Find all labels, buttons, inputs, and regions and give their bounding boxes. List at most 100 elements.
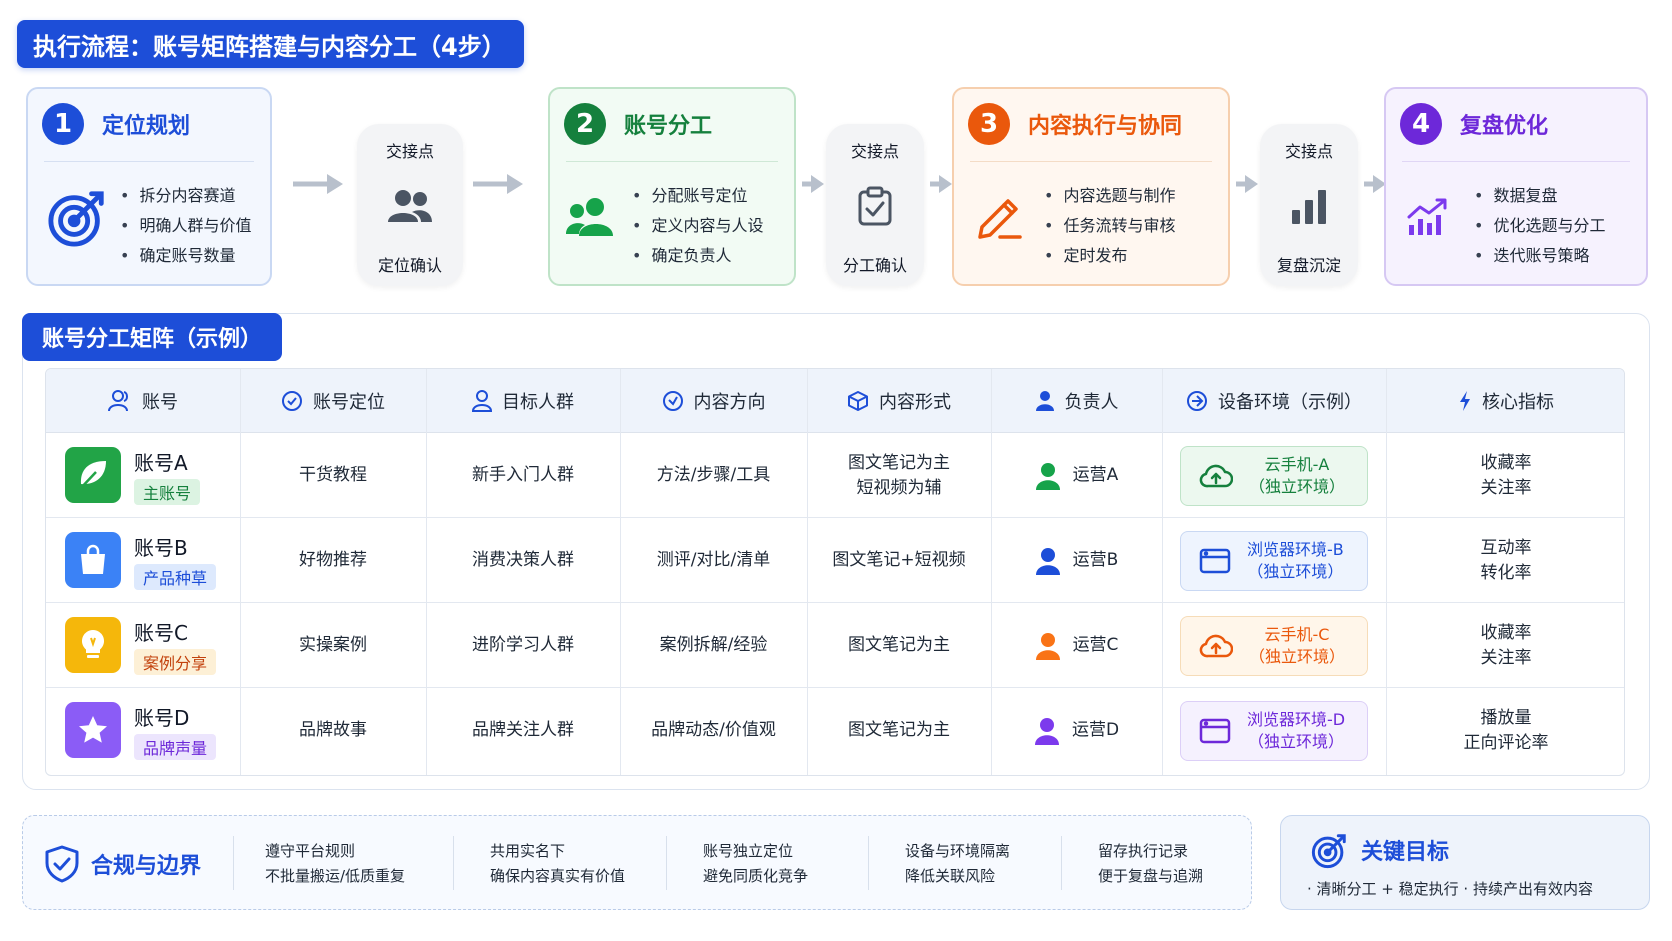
table-row: 账号B 产品种草 好物推荐 消费决策人群 测评/对比/清单 图文笔记+短视频 运… [46, 518, 1624, 603]
header-positioning: 账号定位 [240, 369, 426, 433]
table-row: 账号D 品牌声量 品牌故事 品牌关注人群 品牌动态/价值观 图文笔记为主 运营D… [46, 688, 1624, 773]
step-title: 复盘优化 [1460, 114, 1549, 139]
step-item: 优化选题与分工 [1474, 211, 1605, 241]
browser-window-icon [1199, 548, 1231, 573]
handoff-label: 交接点 [850, 142, 899, 161]
lightbulb-icon [65, 617, 121, 673]
env-badge: 云手机-A （独立环境） [1180, 445, 1368, 506]
step-item: 定义内容与人设 [632, 211, 763, 241]
owner-icon [1035, 547, 1060, 575]
matrix-title: 账号分工矩阵（示例） [22, 313, 283, 361]
account-cell: 账号D 品牌声量 [46, 688, 240, 773]
header-owner: 负责人 [991, 369, 1162, 433]
audience-cell: 消费决策人群 [472, 550, 574, 570]
account-tag: 案例分享 [134, 649, 217, 675]
handoff-1: 交接点 定位确认 [357, 124, 463, 286]
account-matrix-table: 账号 账号定位 目标人群 内容方向 内容形式 负责人 设备环境（示例） 核心指标… [45, 368, 1625, 776]
arrow-right-icon [1236, 175, 1258, 193]
goal-subtitle: · 清晰分工 + 稳定执行 · 持续产出有效内容 [1307, 880, 1593, 898]
device-cell: 云手机-A （独立环境） [1162, 433, 1386, 518]
device-cell: 浏览器环境-B （独立环境） [1162, 518, 1386, 603]
table-header: 账号 账号定位 目标人群 内容方向 内容形式 负责人 设备环境（示例） 核心指标 [46, 369, 1624, 433]
positioning-cell: 品牌故事 [299, 720, 367, 740]
users-icon [562, 181, 618, 253]
header-audience: 目标人群 [426, 369, 620, 433]
handoff-label: 交接点 [1284, 142, 1333, 161]
direction-cell: 案例拆解/经验 [659, 635, 768, 655]
step-4-card: 4 复盘优化 数据复盘 优化选题与分工 迭代账号策略 [1384, 87, 1648, 286]
metrics-cell: 互动率 转化率 [1480, 537, 1532, 583]
arrow-right-icon [802, 175, 824, 193]
step-item: 迭代账号策略 [1474, 241, 1605, 271]
step-1-card: 1 定位规划 拆分内容赛道 明确人群与价值 确定账号数量 [26, 87, 272, 286]
shield-check-icon [45, 845, 79, 882]
step-number: 3 [968, 103, 1010, 145]
format-cell: 图文笔记为主 [848, 635, 950, 655]
handoff-2: 交接点 分工确认 [826, 124, 924, 286]
device-link-icon [1187, 391, 1207, 411]
device-cell: 云手机-C （独立环境） [1162, 603, 1386, 688]
step-3-card: 3 内容执行与协同 内容选题与制作 任务流转与审核 定时发布 [952, 87, 1230, 286]
env-badge: 浏览器环境-B （独立环境） [1180, 530, 1368, 591]
metrics-cell: 播放量 正向评论率 [1463, 707, 1549, 753]
step-item: 数据复盘 [1474, 181, 1605, 211]
compass-icon [662, 391, 683, 411]
handoff-name: 分工确认 [842, 256, 907, 275]
pencil-icon [968, 181, 1032, 253]
header-metrics: 核心指标 [1386, 369, 1624, 433]
step-item: 任务流转与审核 [1044, 211, 1175, 241]
env-badge: 浏览器环境-D （独立环境） [1180, 700, 1368, 761]
target-icon [42, 181, 114, 253]
audience-cell: 品牌关注人群 [472, 720, 574, 740]
step-title: 账号分工 [624, 114, 713, 139]
env-badge: 云手机-C （独立环境） [1180, 615, 1368, 676]
target-icon [1311, 834, 1346, 869]
key-goal-panel: 关键目标 · 清晰分工 + 稳定执行 · 持续产出有效内容 [1280, 815, 1650, 910]
shopping-bag-icon [65, 532, 121, 588]
format-cell: 图文笔记+短视频 [832, 550, 966, 570]
arrow-right-icon [473, 174, 523, 194]
step-2-card: 2 账号分工 分配账号定位 定义内容与人设 确定负责人 [548, 87, 796, 286]
owner-icon [1034, 717, 1059, 745]
handoff-name: 定位确认 [377, 256, 442, 275]
compliance-item: 遵守平台规则 不批量搬运/低质重复 [265, 842, 406, 885]
page-title: 执行流程：账号矩阵搭建与内容分工（4步） [17, 20, 524, 68]
step-item: 内容选题与制作 [1044, 181, 1175, 211]
owner-cell: 运营C [991, 603, 1162, 688]
bar-chart-icon [1283, 182, 1335, 230]
format-cell: 图文笔记为主 [848, 720, 950, 740]
handoff-3: 交接点 复盘沉淀 [1260, 124, 1358, 286]
step-item: 拆分内容赛道 [120, 181, 251, 211]
account-tag: 产品种草 [134, 564, 217, 590]
person-icon [472, 390, 492, 412]
handoff-name: 复盘沉淀 [1276, 256, 1341, 275]
account-tag: 主账号 [134, 479, 201, 505]
direction-cell: 方法/步骤/工具 [656, 465, 771, 485]
account-cell: 账号A 主账号 [46, 433, 240, 518]
step-item: 定时发布 [1044, 241, 1175, 271]
arrow-right-icon [930, 175, 952, 193]
account-tag: 品牌声量 [134, 734, 217, 760]
owner-icon [1035, 632, 1060, 660]
cube-icon [848, 391, 868, 411]
cloud-upload-icon [1199, 634, 1233, 657]
owner-cell: 运营D [991, 688, 1162, 773]
compliance-item: 共用实名下 确保内容真实有价值 [490, 842, 626, 885]
step-item: 确定账号数量 [120, 241, 251, 271]
device-cell: 浏览器环境-D （独立环境） [1162, 688, 1386, 773]
step-item: 明确人群与价值 [120, 211, 251, 241]
positioning-cell: 实操案例 [299, 635, 367, 655]
step-title: 定位规划 [102, 114, 191, 139]
header-direction: 内容方向 [620, 369, 807, 433]
direction-cell: 测评/对比/清单 [656, 550, 771, 570]
compliance-item: 设备与环境隔离 降低关联风险 [905, 842, 1011, 885]
step-number: 4 [1400, 103, 1442, 145]
owner-cell: 运营B [991, 518, 1162, 603]
table-row: 账号A 主账号 干货教程 新手入门人群 方法/步骤/工具 图文笔记为主 短视频为辅… [46, 433, 1624, 518]
direction-cell: 品牌动态/价值观 [651, 720, 776, 740]
handoff-label: 交接点 [385, 142, 434, 161]
step-title: 内容执行与协同 [1028, 114, 1183, 139]
owner-cell: 运营A [991, 433, 1162, 518]
star-icon [65, 702, 121, 758]
positioning-cell: 好物推荐 [299, 550, 367, 570]
